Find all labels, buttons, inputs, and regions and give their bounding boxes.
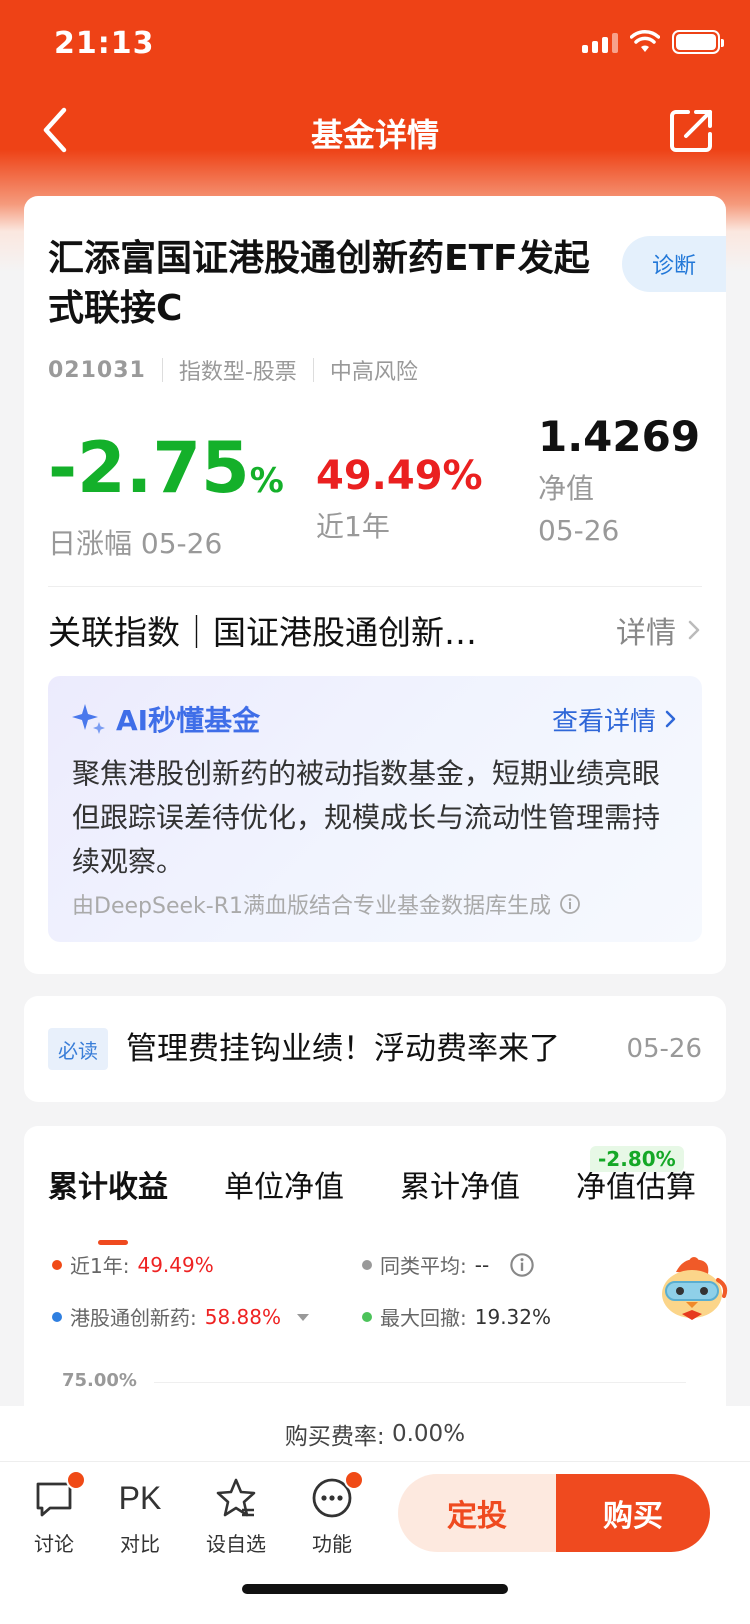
year-return-stat: 49.49% 近1年 xyxy=(316,446,483,548)
battery-icon xyxy=(672,30,724,54)
status-time: 21:13 xyxy=(54,26,155,61)
share-button[interactable] xyxy=(664,102,720,158)
bottom-action-bar: 讨论 PK 对比 设自选 功能 定投 购买 xyxy=(0,1462,750,1562)
buy-rate-line: 购买费率: 0.00% xyxy=(0,1406,750,1462)
legend-dot xyxy=(362,1311,372,1322)
ai-summary-text: 聚焦港股创新药的被动指数基金，短期业绩亮眼但跟踪误差待优化，规模成长与流动性管理… xyxy=(72,757,661,878)
nav-value: 1.4269 xyxy=(538,412,701,461)
diagnose-button[interactable]: 诊断 xyxy=(622,236,726,292)
active-tab-indicator xyxy=(98,1240,128,1245)
fund-overview-card: 汇添富国证港股通创新药ETF发起式联接C 诊断 021031 指数型-股票 中高… xyxy=(24,196,726,974)
nav-stat: 1.4269 净值 05-26 xyxy=(538,406,700,552)
status-icons xyxy=(582,30,724,54)
wifi-icon xyxy=(630,30,660,52)
legend-item-1y: 近1年: 49.49% xyxy=(52,1250,214,1279)
year-return-label: 近1年 xyxy=(316,510,390,543)
fund-risk: 中高风险 xyxy=(329,360,418,385)
info-icon[interactable] xyxy=(509,1252,535,1278)
chevron-right-icon xyxy=(665,710,676,728)
year-return-value: 49.49% xyxy=(316,453,483,499)
legend-dot xyxy=(362,1259,372,1270)
divider xyxy=(161,358,163,382)
discussion-button[interactable]: 讨论 xyxy=(14,1470,94,1557)
sip-button[interactable]: 定投 xyxy=(398,1474,556,1552)
tab-cumulative-return[interactable]: 累计收益 xyxy=(48,1162,168,1206)
divider xyxy=(48,586,702,587)
must-read-badge: 必读 xyxy=(48,1028,108,1070)
news-date: 05-26 xyxy=(626,1034,702,1064)
fund-code: 021031 xyxy=(48,357,146,383)
home-indicator-area xyxy=(0,1562,750,1624)
related-index-row[interactable]: 关联指数｜国证港股通创新… 详情 xyxy=(48,600,702,660)
divider xyxy=(312,358,314,382)
tab-unit-nav[interactable]: 单位净值 xyxy=(224,1162,344,1206)
legend-dot xyxy=(52,1311,62,1322)
ai-summary-footnote: 由DeepSeek-R1满血版结合专业基金数据库生成 xyxy=(72,888,678,920)
estimate-badge: -2.80% xyxy=(590,1146,684,1172)
y-axis-top-label: 75.00% xyxy=(62,1370,137,1391)
tab-accumulated-nav[interactable]: 累计净值 xyxy=(400,1162,520,1206)
mascot-icon xyxy=(662,1257,728,1320)
share-icon xyxy=(670,110,712,152)
fund-meta: 021031 指数型-股票 中高风险 xyxy=(48,354,418,386)
buy-rate-value: 0.00% xyxy=(391,1420,466,1447)
fund-name: 汇添富国证港股通创新药ETF发起式联接C xyxy=(48,238,590,329)
ai-summary-header: AI秒懂基金 查看详情 xyxy=(72,698,678,740)
fund-type: 指数型-股票 xyxy=(178,360,297,385)
chat-icon xyxy=(32,1470,86,1520)
buy-button[interactable]: 购买 xyxy=(556,1474,710,1552)
pk-icon: PK xyxy=(118,1480,162,1516)
news-title[interactable]: 管理费挂钩业绩！浮动费率来了 xyxy=(126,1024,560,1074)
info-icon[interactable] xyxy=(559,893,581,915)
legend-item-peer-avg: 同类平均: -- xyxy=(362,1250,535,1279)
ai-view-details-link[interactable]: 查看详情 xyxy=(552,701,678,738)
buy-rate-label: 购买费率: xyxy=(284,1423,385,1450)
ai-summary-box: AI秒懂基金 查看详情 聚焦港股创新药的被动指数基金，短期业绩亮眼但跟踪误差待优… xyxy=(48,676,702,942)
notification-dot xyxy=(66,1470,86,1490)
ai-summary-title: AI秒懂基金 xyxy=(72,699,260,739)
star-icon xyxy=(214,1476,258,1520)
home-indicator[interactable] xyxy=(242,1584,508,1594)
page-title: 基金详情 xyxy=(310,116,439,154)
status-bar: 21:13 xyxy=(0,0,750,90)
legend-item-max-drawdown: 最大回撤: 19.32% xyxy=(362,1302,551,1331)
more-icon xyxy=(310,1470,364,1520)
news-card[interactable]: 必读 管理费挂钩业绩！浮动费率来了 05-26 xyxy=(24,996,726,1102)
legend-dot xyxy=(52,1259,62,1270)
signal-icon xyxy=(582,31,618,53)
nav-bar: 基金详情 xyxy=(0,96,750,168)
chevron-right-icon xyxy=(688,620,700,640)
daily-change-value: -2.75% xyxy=(48,427,284,509)
sparkle-icon xyxy=(72,704,105,734)
grid-line xyxy=(154,1382,686,1383)
related-index-more: 详情 xyxy=(616,608,702,652)
compare-button[interactable]: PK 对比 xyxy=(100,1476,180,1557)
nav-label: 净值 xyxy=(538,472,595,505)
daily-change-label: 日涨幅 05-26 xyxy=(48,527,223,560)
nav-date: 05-26 xyxy=(538,514,620,547)
related-index-text: 关联指数｜国证港股通创新… xyxy=(48,613,477,652)
notification-dot xyxy=(344,1470,364,1490)
functions-button[interactable]: 功能 xyxy=(292,1470,372,1557)
legend-item-index[interactable]: 港股通创新药: 58.88% xyxy=(52,1302,311,1331)
caret-down-icon xyxy=(297,1313,310,1321)
add-watchlist-button[interactable]: 设自选 xyxy=(196,1476,276,1557)
daily-change-stat: -2.75% 日涨幅 05-26 xyxy=(48,426,284,565)
chart-tabs: 累计收益 单位净值 累计净值 净值估算 -2.80% xyxy=(24,1146,726,1245)
assistant-mascot[interactable] xyxy=(654,1250,730,1326)
